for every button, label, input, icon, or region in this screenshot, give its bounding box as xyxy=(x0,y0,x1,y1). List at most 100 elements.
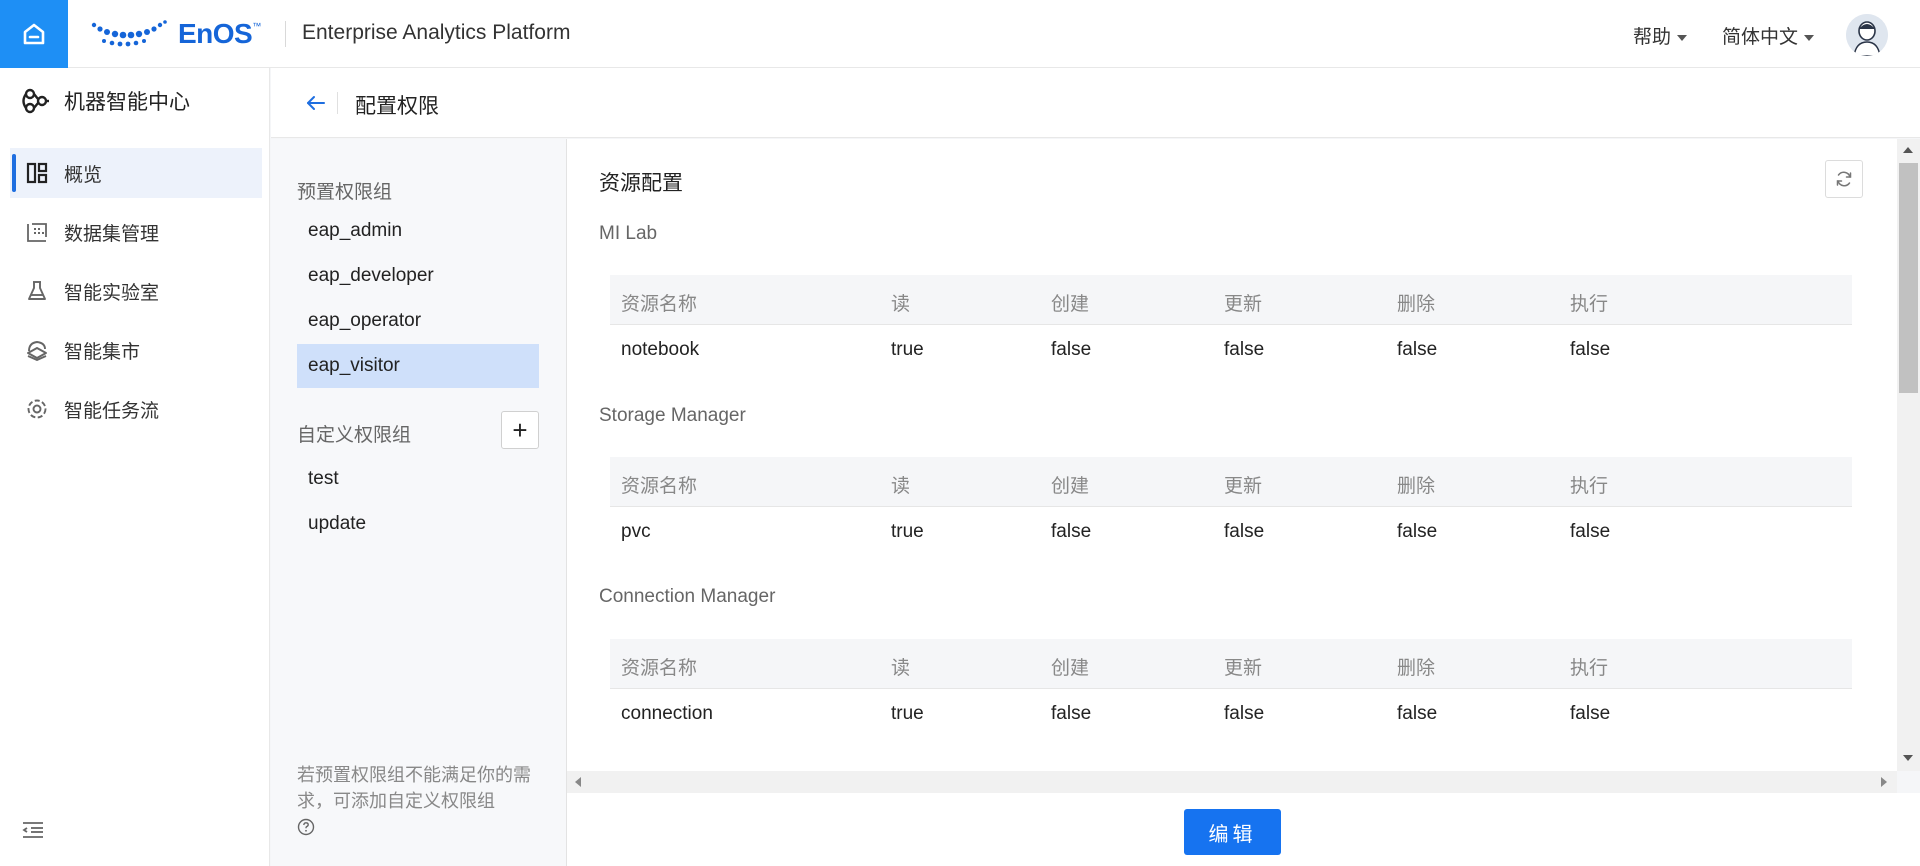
column-header: 删除 xyxy=(1397,658,1436,679)
preset-groups-heading: 预置权限组 xyxy=(297,182,393,203)
nav-header: 机器智能中心 xyxy=(20,86,190,116)
nav-item-overview[interactable]: 概览 xyxy=(10,148,262,198)
enos-logo[interactable]: EnOS ™ xyxy=(90,14,261,54)
resource-table: 资源名称 读 创建 更新 删除 执行 connection true false… xyxy=(610,639,1852,739)
home-icon xyxy=(23,23,45,45)
group-item-test[interactable]: test xyxy=(297,457,539,501)
user-icon xyxy=(1846,14,1888,56)
table-header-row: 资源名称 读 创建 更新 删除 执行 xyxy=(610,457,1852,507)
flask-icon xyxy=(28,281,46,300)
table-cell: pvc xyxy=(621,521,651,542)
group-item-eap-visitor[interactable]: eap_visitor xyxy=(297,344,539,388)
table-cell: false xyxy=(1051,521,1092,542)
resource-table: 资源名称 读 创建 更新 删除 执行 pvc true false false … xyxy=(610,457,1852,557)
table-cell: false xyxy=(1224,339,1265,360)
table-cell: false xyxy=(1051,703,1092,724)
group-item-eap-developer[interactable]: eap_developer xyxy=(297,254,539,298)
brain-icon xyxy=(22,88,49,114)
brand-trademark: ™ xyxy=(252,21,262,31)
permission-groups-panel: 预置权限组 eap_admin eap_developer eap_operat… xyxy=(271,139,567,866)
column-header: 读 xyxy=(891,476,911,497)
nav-item-label: 智能实验室 xyxy=(64,282,160,304)
custom-group-note-text: 若预置权限组不能满足你的需求，可添加自定义权限组 xyxy=(297,765,531,811)
column-header: 执行 xyxy=(1570,658,1609,679)
edit-button[interactable]: 编辑 xyxy=(1184,809,1281,855)
column-header: 创建 xyxy=(1051,294,1090,315)
group-item-eap-operator[interactable]: eap_operator xyxy=(297,299,539,343)
column-header: 资源名称 xyxy=(621,294,698,315)
resource-group-title: Connection Manager xyxy=(599,586,776,607)
column-header: 执行 xyxy=(1570,476,1609,497)
scroll-right-icon[interactable] xyxy=(1881,777,1887,787)
dashboard-icon xyxy=(26,162,48,184)
table-cell: false xyxy=(1397,339,1438,360)
custom-group-note: 若预置权限组不能满足你的需求，可添加自定义权限组 xyxy=(297,762,547,843)
home-button[interactable] xyxy=(0,0,68,68)
column-header: 读 xyxy=(891,294,911,315)
back-button[interactable] xyxy=(305,92,327,114)
arrow-left-icon xyxy=(307,96,325,110)
question-circle-icon[interactable] xyxy=(297,818,315,836)
table-cell: false xyxy=(1397,703,1438,724)
table-cell: true xyxy=(891,703,924,724)
language-menu-label: 简体中文 xyxy=(1722,27,1799,48)
column-header: 更新 xyxy=(1224,658,1263,679)
nav-item-label: 智能任务流 xyxy=(64,400,160,422)
table-cell: false xyxy=(1224,521,1265,542)
table-header-row: 资源名称 读 创建 更新 删除 执行 xyxy=(610,639,1852,689)
column-header: 更新 xyxy=(1224,294,1263,315)
dataset-icon xyxy=(27,223,47,242)
header-divider xyxy=(337,92,338,114)
scroll-left-icon[interactable] xyxy=(575,777,581,787)
table-cell: false xyxy=(1051,339,1092,360)
vertical-scrollbar[interactable] xyxy=(1897,139,1920,771)
nav-item-datasets[interactable]: 数据集管理 xyxy=(10,207,262,257)
horizontal-scrollbar[interactable] xyxy=(567,771,1897,793)
nav-item-market[interactable]: 智能集市 xyxy=(10,325,262,375)
nav-item-lab[interactable]: 智能实验室 xyxy=(10,266,262,316)
help-menu[interactable]: 帮助 xyxy=(1633,22,1688,49)
scroll-up-icon[interactable] xyxy=(1903,147,1913,153)
collapse-nav-button[interactable] xyxy=(22,820,44,845)
menu-collapse-icon xyxy=(22,822,43,838)
scroll-down-icon[interactable] xyxy=(1903,755,1913,761)
brand-name: EnOS xyxy=(178,18,253,49)
section-title: 资源配置 xyxy=(599,172,683,195)
scrollbar-thumb[interactable] xyxy=(1899,163,1918,393)
column-header: 删除 xyxy=(1397,294,1436,315)
column-header: 资源名称 xyxy=(621,658,698,679)
group-item-eap-admin[interactable]: eap_admin xyxy=(297,209,539,253)
nav-item-label: 智能集市 xyxy=(64,341,141,363)
column-header: 删除 xyxy=(1397,476,1436,497)
user-avatar[interactable] xyxy=(1846,14,1888,56)
table-cell: true xyxy=(891,339,924,360)
help-menu-label: 帮助 xyxy=(1633,27,1672,48)
chevron-down-icon xyxy=(1804,34,1815,41)
table-row: pvc true false false false false xyxy=(610,507,1852,557)
table-cell: notebook xyxy=(621,339,700,360)
nav-item-workflow[interactable]: 智能任务流 xyxy=(10,384,262,434)
page-title: 配置权限 xyxy=(355,95,439,118)
nav-item-label: 数据集管理 xyxy=(64,223,160,245)
custom-groups-heading: 自定义权限组 xyxy=(297,425,412,446)
add-group-button[interactable]: + xyxy=(501,411,539,449)
app-title: Enterprise Analytics Platform xyxy=(302,21,571,44)
table-cell: connection xyxy=(621,703,713,724)
table-header-row: 资源名称 读 创建 更新 删除 执行 xyxy=(610,275,1852,325)
market-icon xyxy=(27,341,47,361)
refresh-button[interactable] xyxy=(1825,160,1863,198)
resource-table: 资源名称 读 创建 更新 删除 执行 notebook true false f… xyxy=(610,275,1852,375)
nav-title: 机器智能中心 xyxy=(64,91,190,114)
table-cell: false xyxy=(1570,339,1611,360)
table-cell: false xyxy=(1224,703,1265,724)
table-cell: false xyxy=(1397,521,1438,542)
column-header: 创建 xyxy=(1051,476,1090,497)
header-divider xyxy=(285,21,286,47)
language-menu[interactable]: 简体中文 xyxy=(1722,22,1815,49)
enos-dots-icon xyxy=(91,20,167,47)
left-nav: 机器智能中心 概览 数据集管理 智能实验室 智能集市 智能任务流 xyxy=(0,68,270,866)
table-cell: true xyxy=(891,521,924,542)
page-header: 配置权限 xyxy=(271,68,1920,138)
column-header: 资源名称 xyxy=(621,476,698,497)
group-item-update[interactable]: update xyxy=(297,502,539,546)
